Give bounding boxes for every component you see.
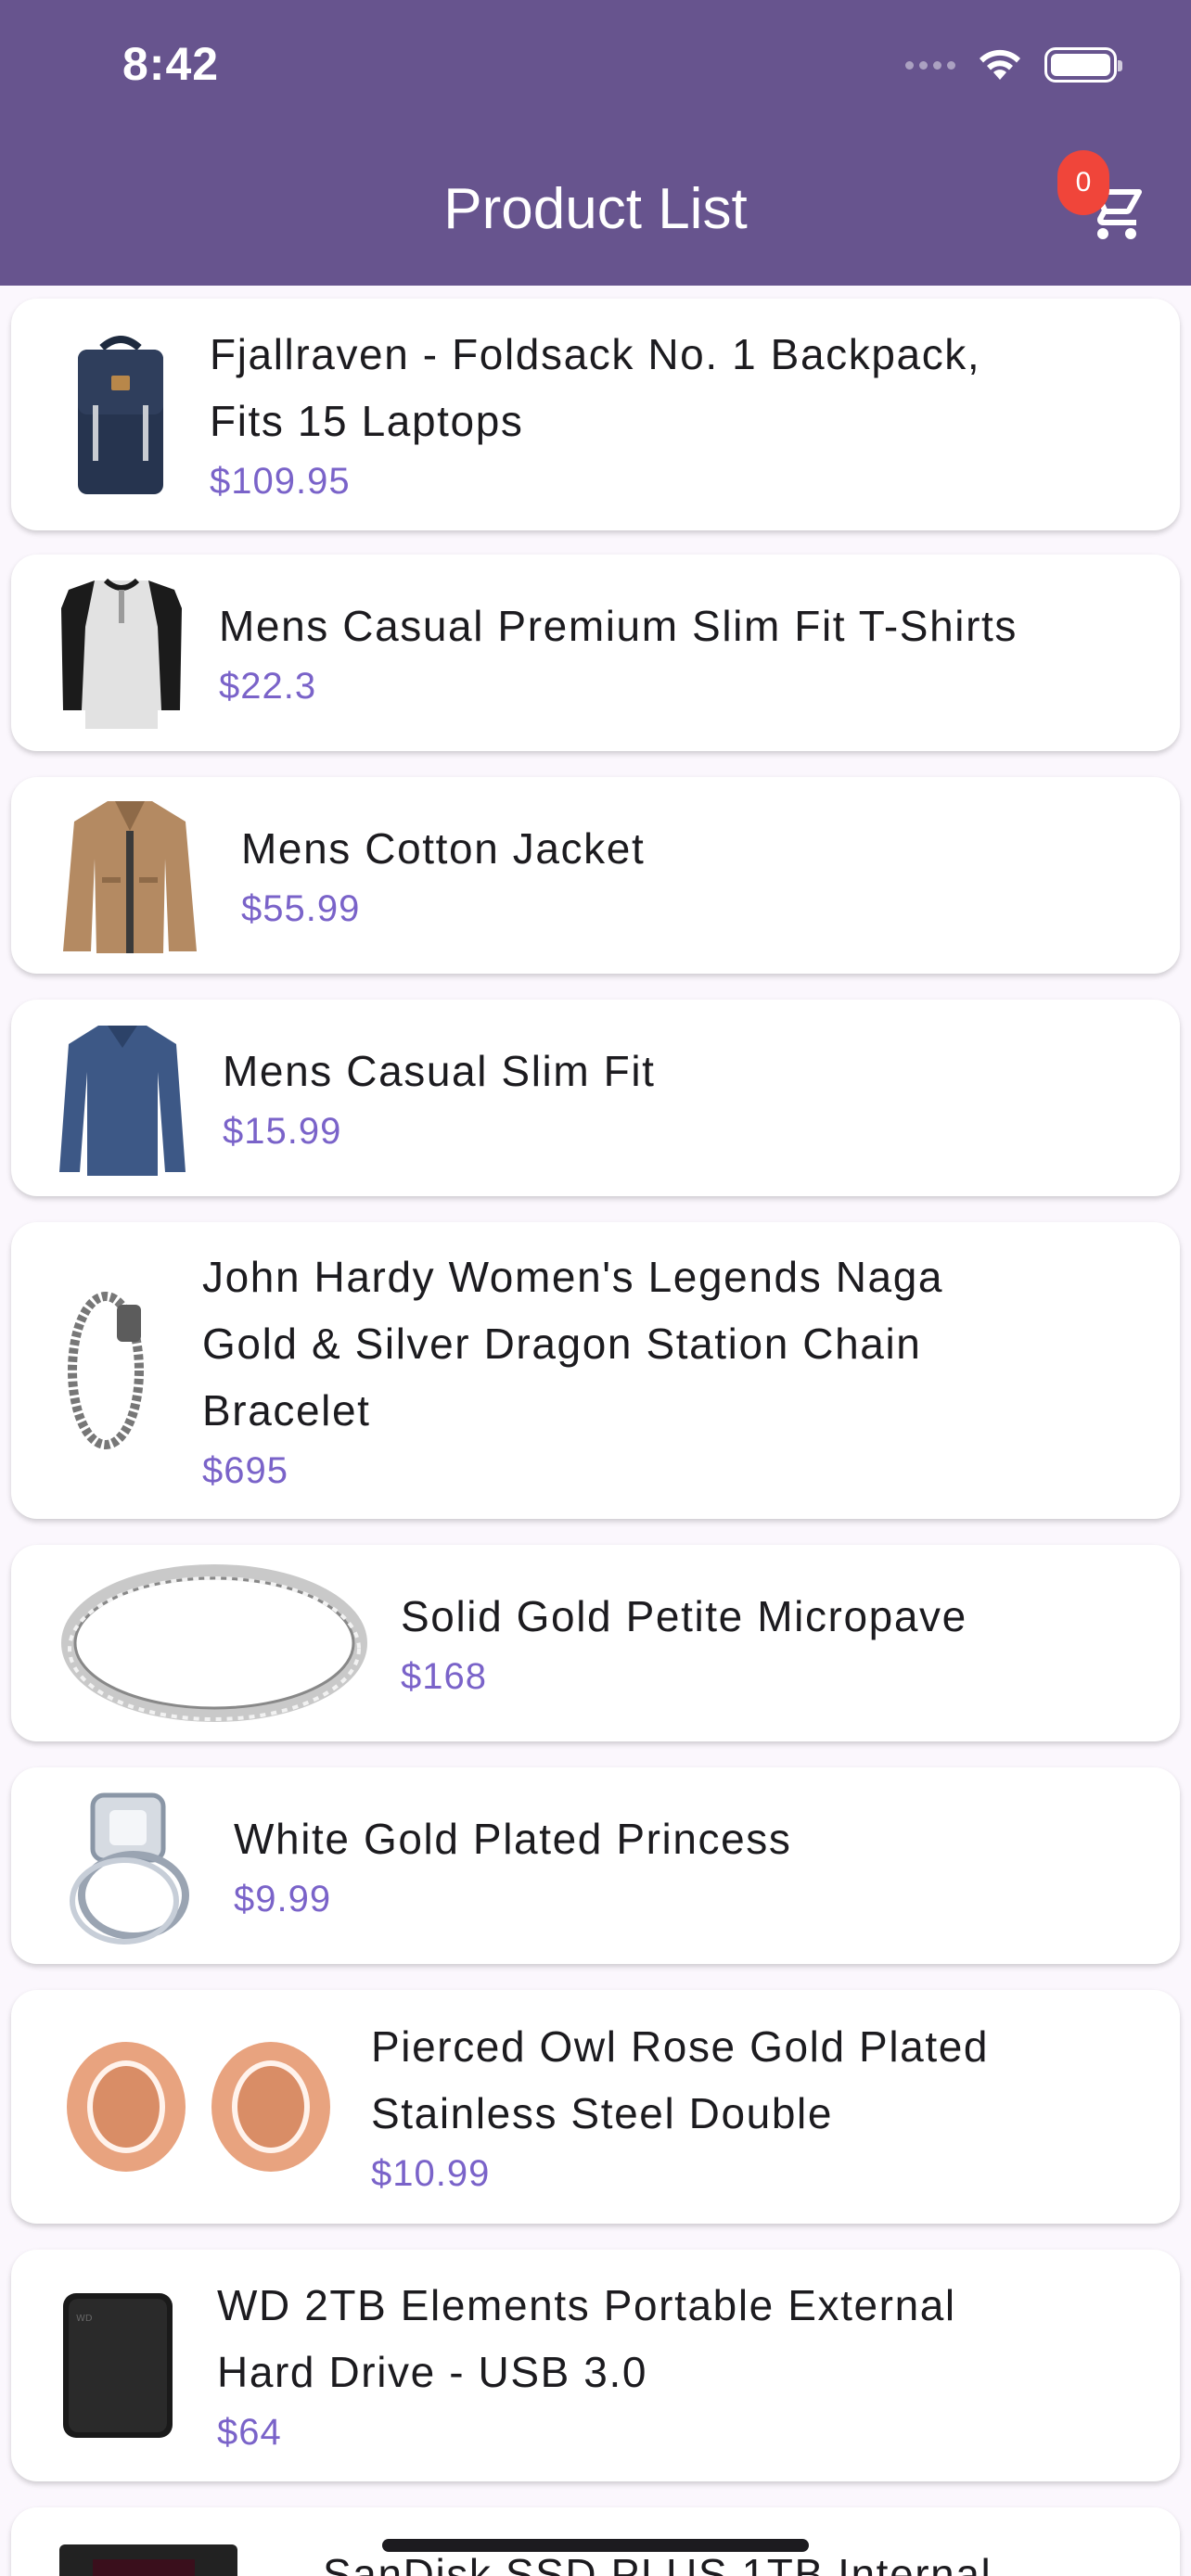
page-title: Product List: [443, 177, 748, 241]
ring-band-image: [61, 1564, 367, 1722]
jacket-image: [63, 801, 197, 953]
product-info: Mens Cotton Jacket $55.99: [241, 815, 1133, 936]
product-title: Mens Cotton Jacket: [241, 824, 646, 873]
princess-ring-image: [70, 1792, 189, 1945]
product-price: $22.3: [219, 666, 317, 707]
product-list[interactable]: Fjallraven - Foldsack No. 1 Backpack, Fi…: [0, 286, 1191, 2576]
product-price: $9.99: [234, 1879, 332, 1919]
product-title: Stainless Steel Double: [371, 2089, 834, 2137]
product-price: $55.99: [241, 888, 361, 929]
product-price: $64: [217, 2412, 282, 2453]
cellular-signal-icon: [905, 60, 955, 70]
product-price: $695: [202, 1450, 288, 1491]
product-price: $10.99: [371, 2153, 491, 2194]
product-info: WD 2TB Elements Portable External Hard D…: [217, 2272, 1133, 2459]
product-title: Mens Casual Premium Slim Fit T-Shirts: [219, 602, 1018, 650]
bracelet-image: [68, 1292, 144, 1449]
product-info: Mens Casual Premium Slim Fit T-Shirts $2…: [219, 593, 1133, 713]
product-price: $109.95: [210, 461, 351, 502]
product-card[interactable]: White Gold Plated Princess $9.99: [11, 1767, 1180, 1964]
tshirt-image: [61, 578, 182, 729]
product-title: WD 2TB Elements Portable External: [217, 2281, 956, 2329]
ssd-image: SanDisk: [59, 2544, 237, 2576]
hard-drive-image: WD: [63, 2293, 173, 2438]
product-card[interactable]: Solid Gold Petite Micropave $168: [11, 1545, 1180, 1741]
cart-count-badge: 0: [1057, 150, 1109, 215]
product-title: Mens Casual Slim Fit: [223, 1047, 656, 1095]
product-info: Fjallraven - Foldsack No. 1 Backpack, Fi…: [210, 321, 1133, 508]
backpack-image: [78, 336, 163, 494]
svg-text:WD: WD: [76, 2314, 93, 2324]
status-time: 8:42: [122, 38, 220, 90]
product-info: Solid Gold Petite Micropave $168: [401, 1583, 1133, 1703]
product-card[interactable]: Mens Casual Premium Slim Fit T-Shirts $2…: [11, 555, 1180, 751]
product-info: John Hardy Women's Legends Naga Gold & S…: [202, 1243, 1133, 1498]
wifi-icon: [980, 49, 1020, 80]
product-title: Hard Drive - USB 3.0: [217, 2348, 648, 2396]
product-title: John Hardy Women's Legends Naga: [202, 1253, 944, 1301]
product-title: Bracelet: [202, 1386, 371, 1435]
battery-icon: [1044, 47, 1122, 83]
product-card[interactable]: WD WD 2TB Elements Portable External Har…: [11, 2250, 1180, 2481]
product-card[interactable]: Mens Cotton Jacket $55.99: [11, 777, 1180, 974]
product-price: $168: [401, 1656, 487, 1697]
product-title: Fjallraven - Foldsack No. 1 Backpack,: [210, 330, 981, 378]
ear-tunnels-image: [67, 2042, 330, 2172]
product-card[interactable]: John Hardy Women's Legends Naga Gold & S…: [11, 1222, 1180, 1519]
product-info: Mens Casual Slim Fit $15.99: [223, 1038, 1133, 1158]
product-title: Pierced Owl Rose Gold Plated: [371, 2022, 990, 2071]
product-info: White Gold Plated Princess $9.99: [234, 1805, 1133, 1926]
product-title: White Gold Plated Princess: [234, 1815, 792, 1863]
longsleeve-shirt-image: [59, 1026, 186, 1176]
product-card[interactable]: Pierced Owl Rose Gold Plated Stainless S…: [11, 1990, 1180, 2224]
status-icons: [905, 46, 1122, 83]
product-price: $15.99: [223, 1111, 342, 1152]
product-info: Pierced Owl Rose Gold Plated Stainless S…: [371, 2013, 1133, 2200]
product-card[interactable]: Mens Casual Slim Fit $15.99: [11, 1000, 1180, 1196]
product-title: Gold & Silver Dragon Station Chain: [202, 1320, 922, 1368]
home-indicator[interactable]: [382, 2539, 809, 2552]
app-bar: 8:42 Product List 0: [0, 0, 1191, 286]
product-title: Fits 15 Laptops: [210, 397, 524, 445]
product-card[interactable]: Fjallraven - Foldsack No. 1 Backpack, Fi…: [11, 299, 1180, 530]
product-title: Solid Gold Petite Micropave: [401, 1592, 967, 1640]
